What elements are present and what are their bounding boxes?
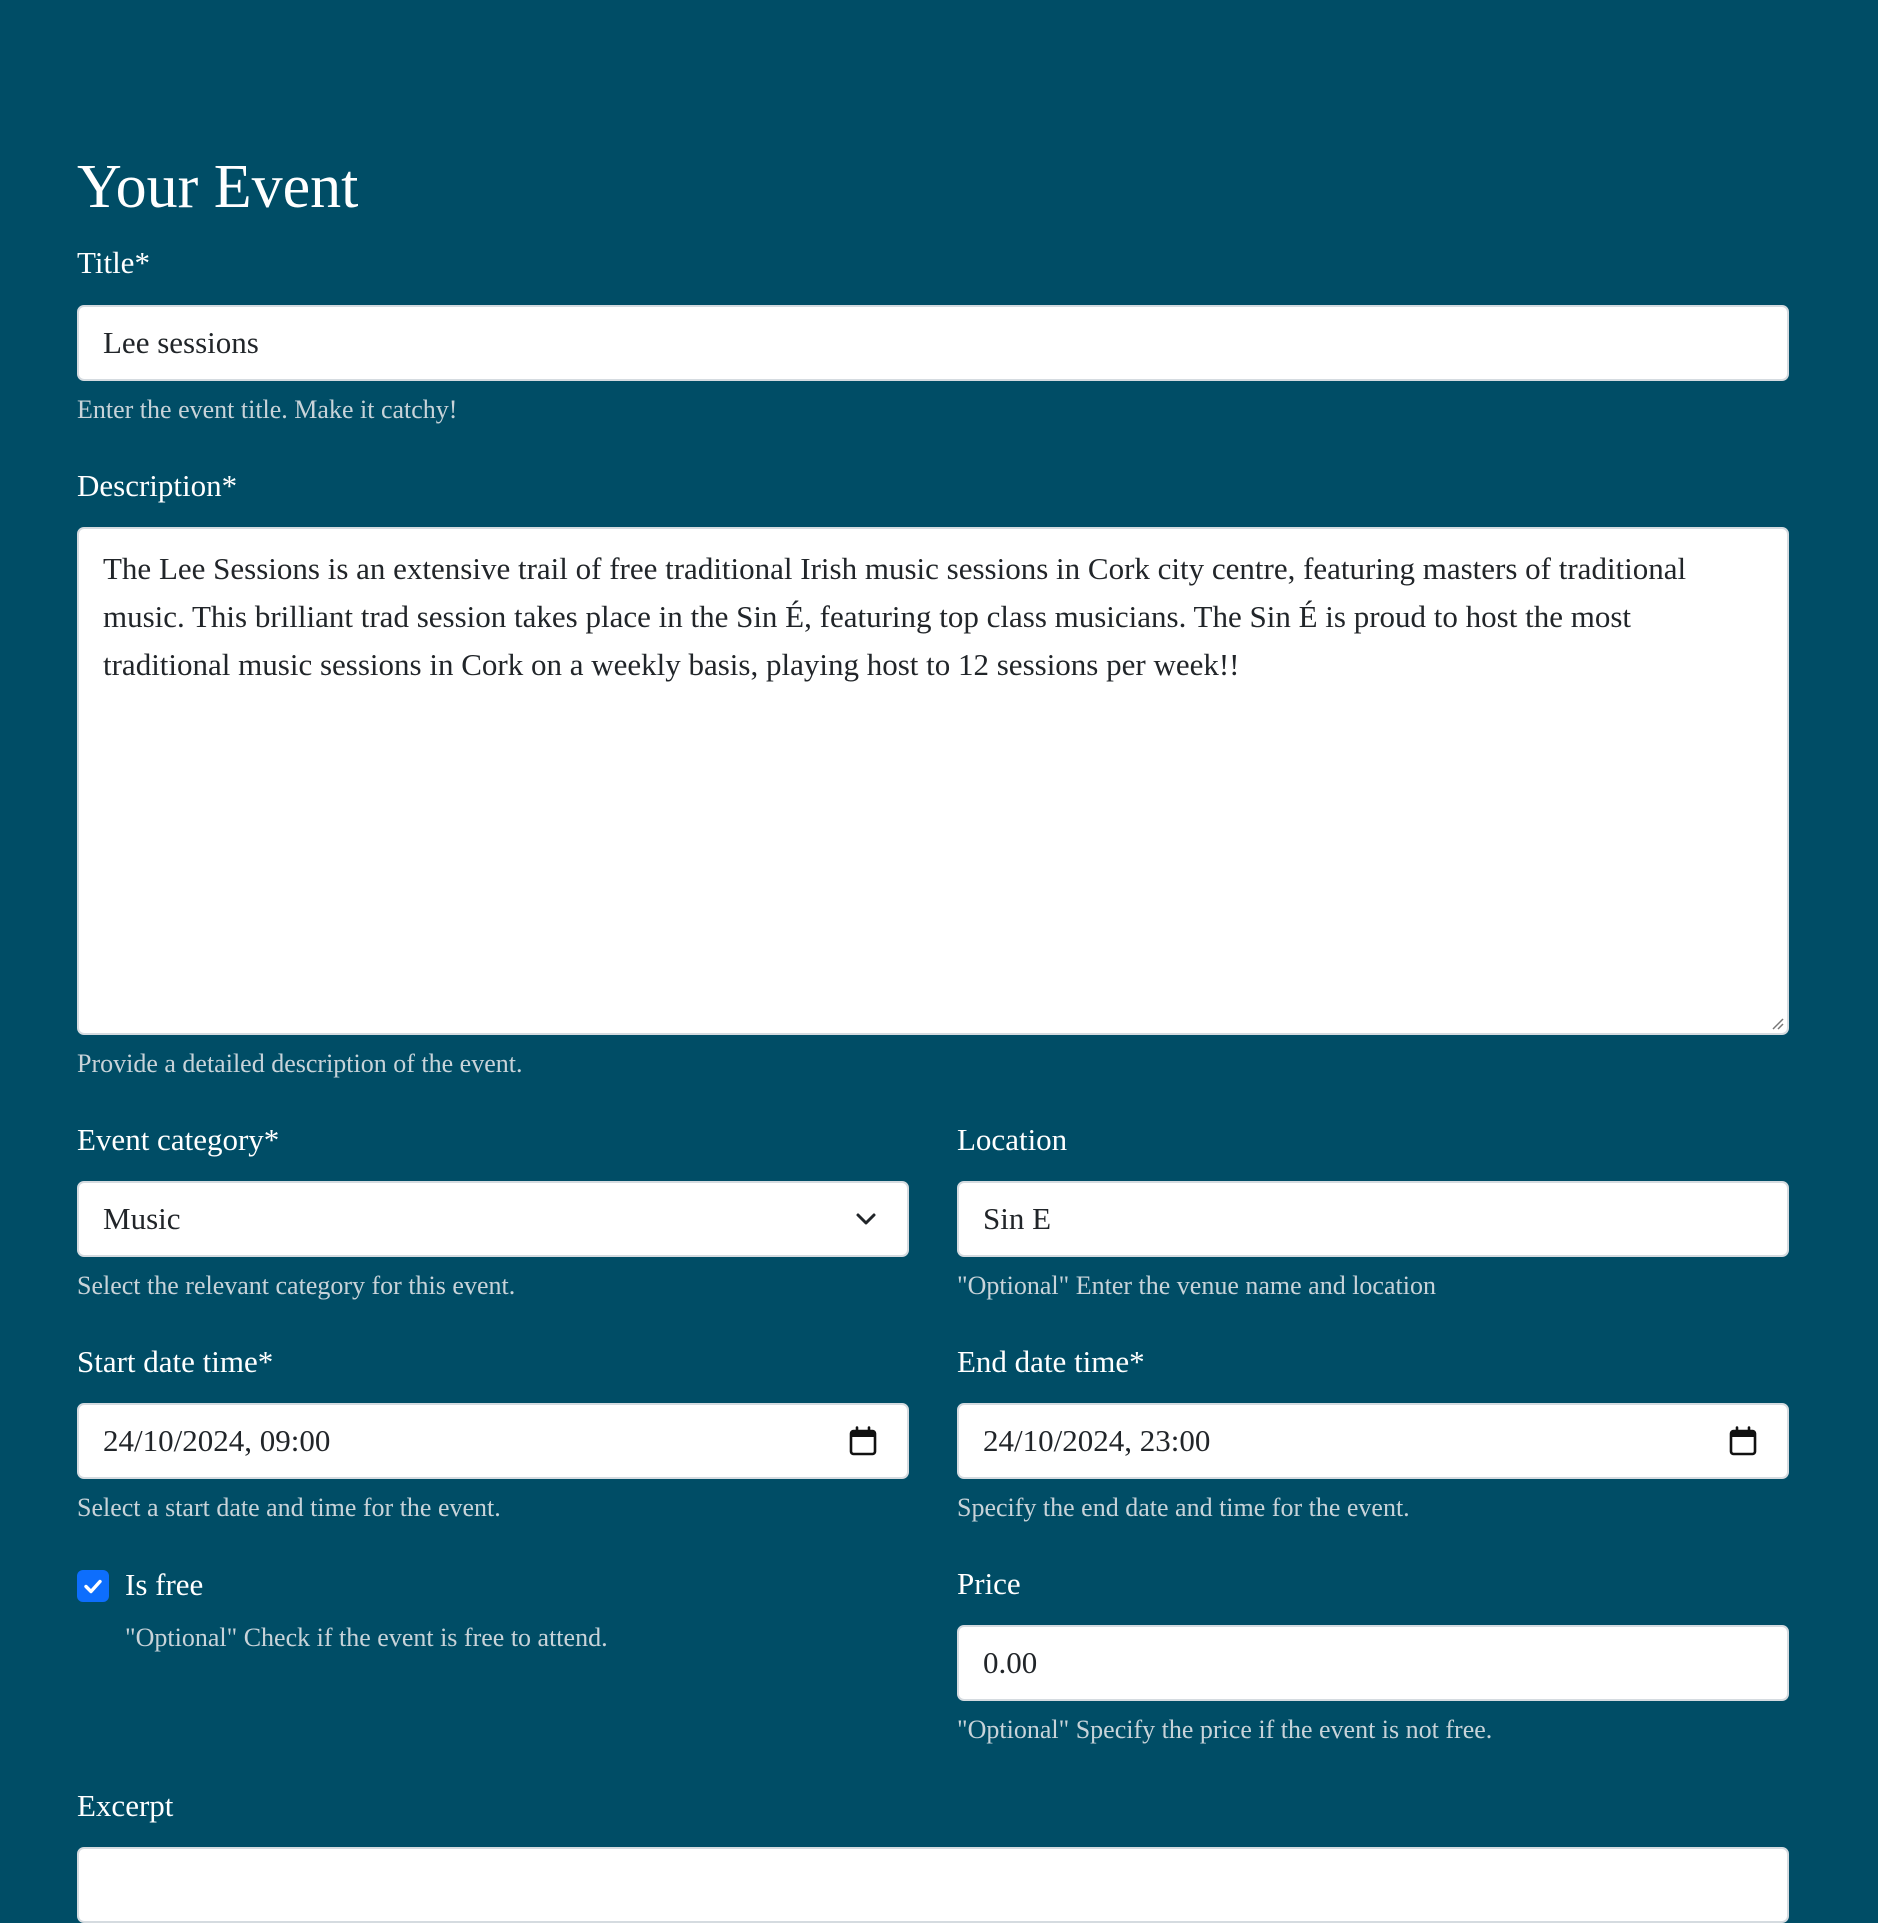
page-title: Your Event [77,153,359,221]
category-select-value: Music [103,1201,181,1236]
end-datetime-label: End date time* [957,1344,1145,1379]
location-input-value: Sin E [983,1201,1052,1236]
description-textarea-value: The Lee Sessions is an extensive trail o… [103,551,1687,682]
checkmark-icon [84,1579,102,1594]
start-datetime-label: Start date time* [77,1344,274,1379]
excerpt-input[interactable] [77,1847,1789,1923]
calendar-icon[interactable] [1729,1426,1757,1456]
location-help-text: "Optional" Enter the venue name and loca… [957,1271,1436,1300]
category-select[interactable]: Music [77,1181,909,1257]
is-free-label[interactable]: Is free [125,1565,203,1605]
calendar-icon[interactable] [849,1426,877,1456]
category-help-text: Select the relevant category for this ev… [77,1271,516,1300]
location-input[interactable]: Sin E [957,1181,1789,1257]
price-label: Price [957,1566,1021,1601]
price-input-value: 0.00 [983,1645,1038,1680]
title-input[interactable]: Lee sessions [77,305,1789,381]
title-input-value: Lee sessions [103,325,259,360]
excerpt-label: Excerpt [77,1788,174,1823]
start-datetime-value: 24/10/2024, 09:00 [103,1423,331,1458]
end-datetime-input[interactable]: 24/10/2024, 23:00 [957,1403,1789,1479]
price-help-text: "Optional" Specify the price if the even… [957,1715,1493,1744]
category-label: Event category* [77,1122,280,1157]
chevron-down-icon [856,1213,876,1225]
title-help-text: Enter the event title. Make it catchy! [77,395,458,424]
title-label: Title* [77,245,150,280]
description-textarea[interactable]: The Lee Sessions is an extensive trail o… [77,527,1789,1035]
location-label: Location [957,1122,1068,1157]
start-datetime-input[interactable]: 24/10/2024, 09:00 [77,1403,909,1479]
end-datetime-value: 24/10/2024, 23:00 [983,1423,1211,1458]
is-free-help-text: "Optional" Check if the event is free to… [125,1623,608,1652]
price-input[interactable]: 0.00 [957,1625,1789,1701]
end-datetime-help-text: Specify the end date and time for the ev… [957,1493,1410,1522]
start-datetime-help-text: Select a start date and time for the eve… [77,1493,501,1522]
is-free-checkbox[interactable] [77,1570,109,1602]
resize-grip-icon[interactable] [1770,1016,1784,1030]
description-label: Description* [77,468,238,503]
description-help-text: Provide a detailed description of the ev… [77,1049,523,1078]
